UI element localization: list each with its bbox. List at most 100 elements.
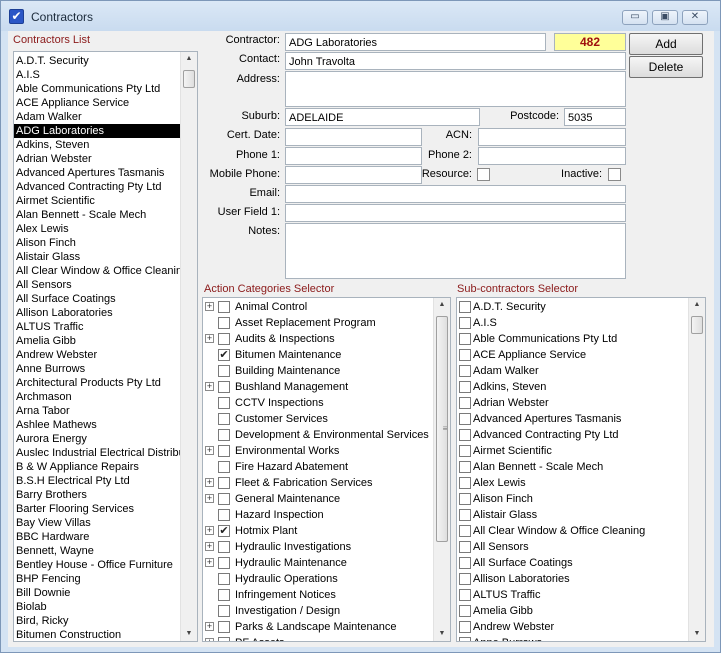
- subcontractor-checkbox[interactable]: [459, 557, 471, 569]
- subcontractor-checkbox[interactable]: [459, 413, 471, 425]
- expand-plus-icon[interactable]: +: [205, 478, 214, 487]
- subcontractor-row[interactable]: Alistair Glass: [457, 507, 705, 523]
- mobile-field[interactable]: [285, 166, 422, 184]
- subcontractor-checkbox[interactable]: [459, 477, 471, 489]
- category-row[interactable]: + PF Assets: [203, 635, 450, 641]
- add-button[interactable]: Add: [629, 33, 703, 55]
- scroll-thumb[interactable]: ≡: [436, 316, 448, 542]
- phone2-field[interactable]: [478, 147, 626, 165]
- subcontractor-row[interactable]: Advanced Contracting Pty Ltd: [457, 427, 705, 443]
- category-checkbox[interactable]: [218, 557, 230, 569]
- list-item[interactable]: Barry Brothers: [14, 488, 180, 502]
- category-row[interactable]: Building Maintenance: [203, 363, 450, 379]
- action-categories-tree[interactable]: + Animal Control Asset Replacement Program…: [202, 297, 451, 642]
- scroll-thumb[interactable]: [183, 70, 195, 88]
- subcontractor-checkbox[interactable]: [459, 349, 471, 361]
- scroll-down-arrow-icon[interactable]: ▼: [181, 627, 197, 641]
- notes-field[interactable]: [285, 223, 626, 279]
- expand-plus-icon[interactable]: +: [205, 558, 214, 567]
- action-categories-scrollbar[interactable]: ▲ ≡ ▼: [433, 298, 450, 641]
- category-checkbox[interactable]: [218, 477, 230, 489]
- subcontractor-checkbox[interactable]: [459, 301, 471, 313]
- category-row[interactable]: + ✔ Hotmix Plant: [203, 523, 450, 539]
- subcontractor-checkbox[interactable]: [459, 445, 471, 457]
- subcontractor-checkbox[interactable]: [459, 333, 471, 345]
- list-item[interactable]: Adrian Webster: [14, 152, 180, 166]
- scroll-up-arrow-icon[interactable]: ▲: [689, 298, 705, 312]
- delete-button[interactable]: Delete: [629, 56, 703, 78]
- subcontractor-row[interactable]: Able Communications Pty Ltd: [457, 331, 705, 347]
- scroll-thumb[interactable]: [691, 316, 703, 334]
- category-row[interactable]: Fire Hazard Abatement: [203, 459, 450, 475]
- expand-plus-icon[interactable]: +: [205, 622, 214, 631]
- list-item[interactable]: Airmet Scientific: [14, 194, 180, 208]
- scroll-down-arrow-icon[interactable]: ▼: [689, 627, 705, 641]
- subcontractors-scrollbar[interactable]: ▲ ▼: [688, 298, 705, 641]
- subcontractor-row[interactable]: Andrew Webster: [457, 619, 705, 635]
- category-checkbox[interactable]: [218, 605, 230, 617]
- expand-plus-icon[interactable]: +: [205, 638, 214, 641]
- category-row[interactable]: + General Maintenance: [203, 491, 450, 507]
- category-checkbox[interactable]: [218, 637, 230, 641]
- subcontractor-checkbox[interactable]: [459, 429, 471, 441]
- maximize-button[interactable]: ▣: [652, 10, 678, 25]
- category-row[interactable]: Customer Services: [203, 411, 450, 427]
- phone1-field[interactable]: [285, 147, 422, 165]
- list-item[interactable]: ACE Appliance Service: [14, 96, 180, 110]
- category-row[interactable]: Infringement Notices: [203, 587, 450, 603]
- category-checkbox[interactable]: [218, 381, 230, 393]
- subcontractor-checkbox[interactable]: [459, 461, 471, 473]
- email-field[interactable]: [285, 185, 626, 203]
- list-item[interactable]: Bird, Ricky: [14, 614, 180, 628]
- list-item[interactable]: Barter Flooring Services: [14, 502, 180, 516]
- category-checkbox[interactable]: [218, 365, 230, 377]
- subcontractor-checkbox[interactable]: [459, 317, 471, 329]
- category-checkbox[interactable]: [218, 573, 230, 585]
- subcontractor-row[interactable]: Advanced Apertures Tasmanis: [457, 411, 705, 427]
- subcontractor-row[interactable]: Alan Bennett - Scale Mech: [457, 459, 705, 475]
- list-item[interactable]: Able Communications Pty Ltd: [14, 82, 180, 96]
- category-row[interactable]: Hazard Inspection: [203, 507, 450, 523]
- category-row[interactable]: + Animal Control: [203, 299, 450, 315]
- list-item[interactable]: ALTUS Traffic: [14, 320, 180, 334]
- list-item[interactable]: Alistair Glass: [14, 250, 180, 264]
- category-checkbox[interactable]: [218, 445, 230, 457]
- expand-plus-icon[interactable]: +: [205, 334, 214, 343]
- category-row[interactable]: + Audits & Inspections: [203, 331, 450, 347]
- subcontractor-row[interactable]: Anne Burrows: [457, 635, 705, 641]
- title-bar[interactable]: ✔ Contractors ▭ ▣ ✕: [1, 1, 720, 31]
- cert-date-field[interactable]: [285, 128, 422, 146]
- list-item[interactable]: Architectural Products Pty Ltd: [14, 376, 180, 390]
- subcontractor-row[interactable]: Airmet Scientific: [457, 443, 705, 459]
- scroll-down-arrow-icon[interactable]: ▼: [434, 627, 450, 641]
- subcontractor-row[interactable]: Adrian Webster: [457, 395, 705, 411]
- category-row[interactable]: + Parks & Landscape Maintenance: [203, 619, 450, 635]
- subcontractor-row[interactable]: ALTUS Traffic: [457, 587, 705, 603]
- category-checkbox[interactable]: ✔: [218, 349, 230, 361]
- category-row[interactable]: CCTV Inspections: [203, 395, 450, 411]
- list-item[interactable]: Arna Tabor: [14, 404, 180, 418]
- expand-plus-icon[interactable]: +: [205, 494, 214, 503]
- category-checkbox[interactable]: [218, 461, 230, 473]
- list-item[interactable]: Aurora Energy: [14, 432, 180, 446]
- list-item[interactable]: BBC Hardware: [14, 530, 180, 544]
- category-row[interactable]: + Hydraulic Maintenance: [203, 555, 450, 571]
- contractors-scrollbar[interactable]: ▲ ▼: [180, 52, 197, 641]
- scroll-up-arrow-icon[interactable]: ▲: [434, 298, 450, 312]
- list-item[interactable]: Alison Finch: [14, 236, 180, 250]
- category-checkbox[interactable]: [218, 589, 230, 601]
- category-row[interactable]: + Environmental Works: [203, 443, 450, 459]
- inactive-checkbox[interactable]: [608, 168, 621, 181]
- scroll-up-arrow-icon[interactable]: ▲: [181, 52, 197, 66]
- subcontractor-row[interactable]: Adam Walker: [457, 363, 705, 379]
- subcontractor-checkbox[interactable]: [459, 525, 471, 537]
- contact-field[interactable]: John Travolta: [285, 52, 626, 70]
- list-item[interactable]: Bill Downie: [14, 586, 180, 600]
- suburb-field[interactable]: ADELAIDE: [285, 108, 480, 126]
- expand-plus-icon[interactable]: +: [205, 382, 214, 391]
- list-item-selected[interactable]: ADG Laboratories: [14, 124, 180, 138]
- subcontractor-row[interactable]: Adkins, Steven: [457, 379, 705, 395]
- category-checkbox[interactable]: [218, 317, 230, 329]
- subcontractor-checkbox[interactable]: [459, 541, 471, 553]
- category-checkbox[interactable]: ✔: [218, 525, 230, 537]
